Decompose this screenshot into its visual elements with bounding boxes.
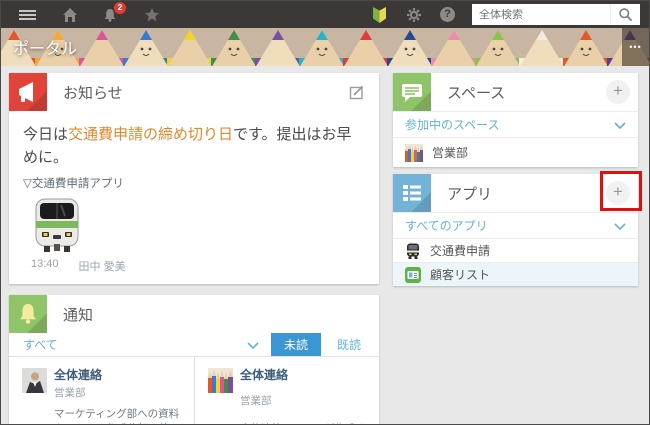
edit-icon[interactable] bbox=[349, 84, 365, 105]
add-space-button[interactable]: + bbox=[606, 80, 630, 104]
page-title: ポータル bbox=[13, 35, 77, 59]
notification-bell-icon bbox=[9, 295, 47, 333]
search-input[interactable] bbox=[472, 9, 610, 21]
announcement-footer: 13:40 田中 愛美 bbox=[9, 258, 379, 285]
add-app-button[interactable]: + bbox=[606, 181, 630, 205]
announcement-time: 13:40 bbox=[31, 258, 59, 274]
notifications-panel: 通知 すべて 未読 既読 bbox=[9, 295, 379, 424]
more-menu-icon[interactable]: ••• bbox=[622, 28, 649, 66]
notification-card[interactable]: 全体連絡 営業部 マーケティング部への資料やチラシの作成依頼に使用するアプリを作… bbox=[9, 357, 194, 424]
notifications-title: 通知 bbox=[63, 304, 93, 325]
notification-group: 営業部 bbox=[54, 385, 184, 400]
announcement-body: 今日は交通費申請の締め切り日です。提出はお早めに。 bbox=[9, 111, 379, 170]
notification-badge: 2 bbox=[114, 2, 126, 14]
apps-filter-dropdown[interactable]: すべてのアプリ bbox=[405, 217, 488, 234]
highlighted-text: 交通費申請の締め切り日 bbox=[68, 126, 233, 143]
announcement-title: お知らせ bbox=[63, 82, 123, 103]
app-item-label: 交通費申請 bbox=[430, 242, 490, 259]
read-tab[interactable]: 既読 bbox=[337, 336, 361, 353]
home-icon[interactable] bbox=[53, 1, 87, 28]
chevron-down-icon[interactable] bbox=[614, 116, 626, 134]
help-icon[interactable]: ? bbox=[431, 1, 464, 28]
notification-title: 全体連絡 bbox=[54, 366, 184, 383]
space-item[interactable]: 営業部 bbox=[393, 137, 638, 167]
global-search bbox=[472, 4, 640, 25]
customer-list-app-icon bbox=[405, 267, 421, 283]
portal-cover: ポータル ••• bbox=[1, 28, 649, 66]
notification-title: 全体連絡 bbox=[240, 366, 369, 391]
spaces-title: スペース bbox=[447, 82, 505, 103]
space-thumbnail bbox=[405, 144, 423, 162]
notification-body: 全体連絡スレッドが作成されました。 bbox=[240, 422, 369, 424]
bell-icon[interactable]: 2 bbox=[93, 1, 127, 28]
speech-bubble-icon bbox=[393, 73, 431, 111]
spaces-panel: スペース + 参加中のスペース bbox=[393, 73, 638, 167]
train-app-icon bbox=[405, 243, 421, 259]
notification-filter-bar: すべて 未読 既読 bbox=[9, 333, 379, 357]
app-item[interactable]: 顧客リスト bbox=[393, 262, 638, 286]
announcement-author: 田中 愛美 bbox=[79, 258, 126, 274]
star-icon[interactable] bbox=[135, 1, 169, 28]
apps-title: アプリ bbox=[447, 183, 492, 204]
notification-list: 全体連絡 営業部 マーケティング部への資料やチラシの作成依頼に使用するアプリを作… bbox=[9, 357, 379, 424]
top-bar: 2 ? bbox=[1, 1, 649, 28]
app-list-icon bbox=[393, 174, 431, 212]
train-image bbox=[31, 197, 379, 258]
beginner-mark-icon[interactable] bbox=[362, 1, 397, 28]
cover-pencils-svg bbox=[1, 28, 649, 66]
avatar bbox=[208, 368, 233, 393]
avatar bbox=[22, 368, 47, 393]
spaces-filter-dropdown[interactable]: 参加中のスペース bbox=[405, 116, 500, 133]
chevron-down-icon[interactable] bbox=[614, 217, 626, 235]
apps-filter-row: すべてのアプリ bbox=[393, 212, 638, 238]
app-item-label: 顧客リスト bbox=[430, 266, 490, 283]
apps-panel: アプリ + すべてのアプリ bbox=[393, 174, 638, 286]
unread-tab[interactable]: 未読 bbox=[271, 333, 321, 356]
spaces-filter-row: 参加中のスペース bbox=[393, 111, 638, 137]
kintone-portal-screen: 2 ? bbox=[0, 0, 650, 425]
space-item-label: 営業部 bbox=[432, 144, 468, 161]
app-item[interactable]: 交通費申請 bbox=[393, 238, 638, 262]
announcement-panel: お知らせ 今日は交通費申請の締め切り日です。提出はお早めに。 ▽交通費申請アプリ bbox=[9, 73, 379, 284]
notification-body: マーケティング部への資料やチラシの作成依頼に使用するアプリを作りました。 今後の… bbox=[54, 407, 184, 424]
gear-icon[interactable] bbox=[397, 1, 431, 28]
hamburger-menu-icon[interactable] bbox=[10, 1, 45, 28]
app-link[interactable]: ▽交通費申請アプリ bbox=[23, 175, 379, 191]
search-icon[interactable] bbox=[610, 4, 640, 25]
notification-group: 営業部 bbox=[240, 393, 369, 416]
notification-card[interactable]: 全体連絡 営業部 全体連絡スレッドが作成されました。 13:32 by 山田 大… bbox=[194, 357, 379, 424]
chevron-down-icon[interactable] bbox=[247, 336, 259, 354]
portal-main: お知らせ 今日は交通費申請の締め切り日です。提出はお早めに。 ▽交通費申請アプリ bbox=[1, 66, 649, 424]
filter-all-dropdown[interactable]: すべて bbox=[23, 336, 58, 353]
megaphone-icon bbox=[9, 73, 47, 111]
